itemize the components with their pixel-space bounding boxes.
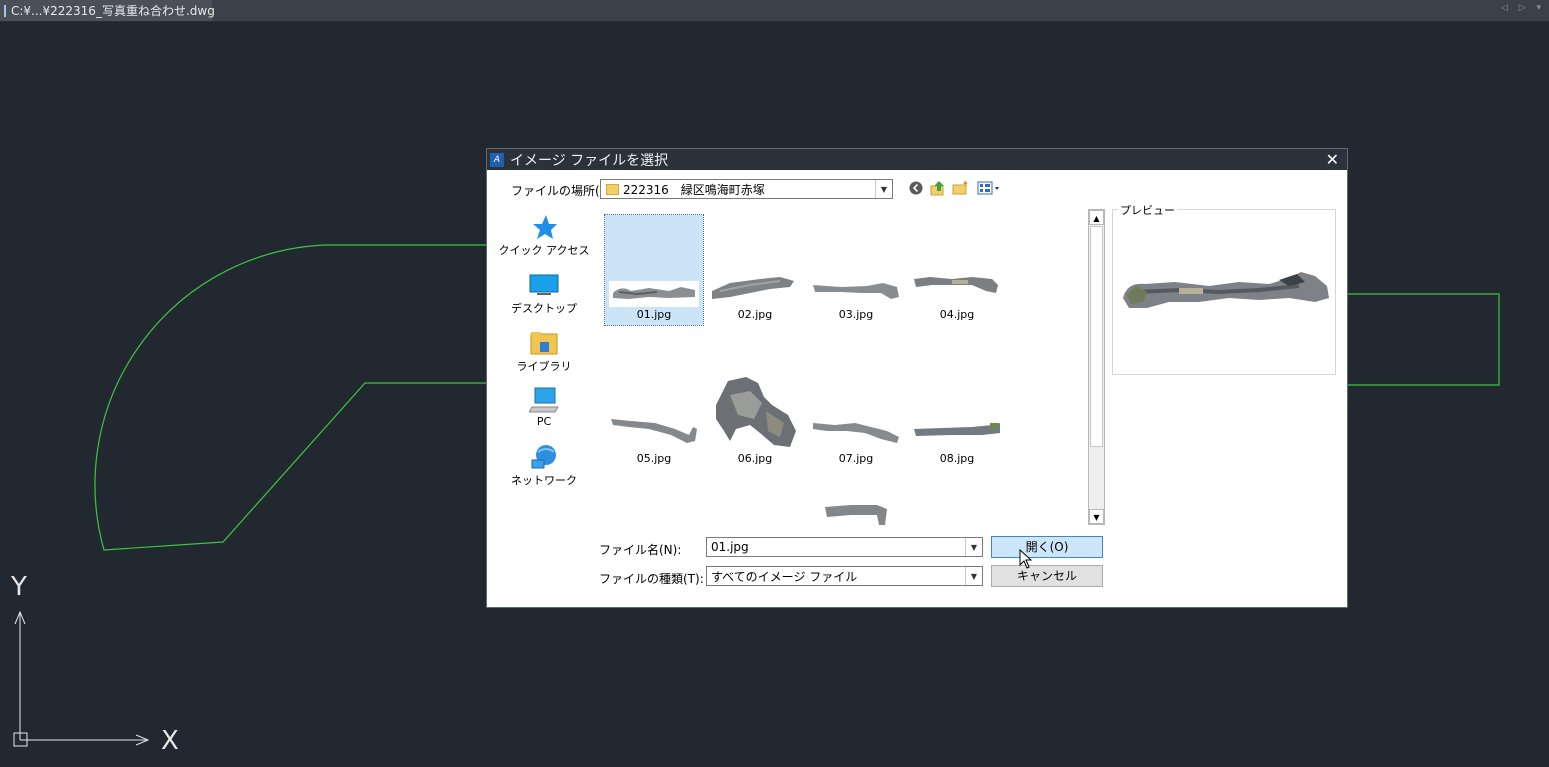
back-icon[interactable] — [908, 180, 924, 196]
file-item-06[interactable]: 06.jpg — [706, 357, 804, 467]
look-in-label: ファイルの場所(I): — [511, 184, 612, 198]
file-item-02[interactable]: 02.jpg — [706, 215, 804, 325]
place-label: ネットワーク — [511, 474, 577, 487]
filename-value[interactable]: 01.jpg — [707, 540, 965, 554]
file-item-05[interactable]: 05.jpg — [605, 357, 703, 467]
place-desktop[interactable]: デスクトップ — [497, 273, 591, 316]
star-icon — [529, 215, 559, 239]
preview-image — [1123, 272, 1329, 308]
svg-text:✦: ✦ — [962, 180, 968, 188]
preview-label: プレビュー — [1118, 202, 1177, 218]
filetype-combo[interactable]: すべてのイメージ ファイル ▼ — [706, 566, 983, 586]
file-item-04[interactable]: 04.jpg — [908, 215, 1006, 325]
chevron-down-icon[interactable]: ▼ — [965, 538, 982, 556]
place-library[interactable]: ライブラリ — [497, 331, 591, 374]
file-name: 08.jpg — [939, 452, 975, 465]
scroll-down-icon[interactable]: ▼ — [1089, 509, 1104, 524]
file-name: 05.jpg — [636, 452, 672, 465]
filetype-value: すべてのイメージ ファイル — [711, 569, 858, 584]
filename-field[interactable]: 01.jpg ▼ — [706, 537, 983, 557]
library-icon — [529, 331, 559, 355]
look-in-value: 222316 緑区鳴海町赤塚 — [623, 182, 765, 197]
ucs-icon — [13, 610, 150, 747]
file-thumbnail — [609, 413, 699, 449]
pc-icon — [529, 387, 559, 413]
dialog-title: イメージ ファイルを選択 — [510, 152, 669, 169]
file-item-07[interactable]: 07.jpg — [807, 357, 905, 467]
arc-outline — [94, 244, 486, 551]
file-thumbnail — [811, 277, 901, 303]
chevron-down-icon[interactable]: ▼ — [875, 180, 892, 198]
filetype-label: ファイルの種類(T): — [599, 572, 704, 586]
filename-label: ファイル名(N): — [599, 543, 682, 557]
scrollbar-thumb[interactable] — [1090, 226, 1103, 447]
chevron-down-icon[interactable]: ▼ — [965, 567, 982, 585]
place-network[interactable]: ネットワーク — [497, 445, 591, 488]
open-button[interactable]: 開く(O) — [991, 536, 1103, 558]
file-name: 02.jpg — [737, 308, 773, 321]
file-name: 03.jpg — [838, 308, 874, 321]
cancel-button[interactable]: キャンセル — [991, 565, 1103, 587]
place-label: デスクトップ — [511, 302, 577, 315]
ucs-y-label: Y — [11, 572, 27, 602]
file-list[interactable]: 01.jpg 02.jpg 03.jpg 04.jpg 05.jpg 06.jp… — [601, 209, 1089, 525]
new-folder-icon[interactable]: ✦ — [952, 180, 968, 196]
place-label: クイック アクセス — [498, 244, 590, 257]
file-thumbnail — [811, 417, 901, 447]
file-thumbnail — [710, 273, 800, 303]
file-thumbnail — [710, 375, 800, 449]
place-label: ライブラリ — [516, 360, 572, 373]
look-in-combo[interactable]: 222316 緑区鳴海町赤塚 ▼ — [600, 179, 893, 199]
file-thumbnail — [609, 281, 699, 307]
file-list-scrollbar[interactable]: ▲ ▼ — [1088, 209, 1105, 525]
close-icon[interactable]: ✕ — [1326, 150, 1339, 169]
dialog-titlebar[interactable]: A イメージ ファイルを選択 ✕ — [487, 149, 1347, 170]
scroll-up-icon[interactable]: ▲ — [1089, 210, 1104, 225]
file-thumbnail — [912, 419, 1002, 445]
file-name: 06.jpg — [737, 452, 773, 465]
up-folder-icon[interactable] — [930, 180, 946, 196]
view-menu-icon[interactable] — [976, 180, 1002, 196]
app-icon: A — [490, 152, 504, 167]
folder-icon — [606, 183, 619, 195]
file-item-09-partial[interactable] — [807, 501, 905, 525]
place-pc[interactable]: PC — [497, 387, 591, 428]
place-label: PC — [536, 415, 552, 428]
select-image-file-dialog: A イメージ ファイルを選択 ✕ ファイルの場所(I): 222316 緑区鳴海… — [486, 148, 1348, 608]
preview-panel: プレビュー — [1112, 202, 1336, 375]
rect-outline — [1348, 293, 1500, 386]
file-thumbnail — [912, 273, 1002, 303]
file-name: 04.jpg — [939, 308, 975, 321]
desktop-icon — [529, 273, 559, 297]
file-item-01[interactable]: 01.jpg — [604, 214, 704, 326]
mouse-cursor-icon — [1019, 549, 1033, 569]
place-quick-access[interactable]: クイック アクセス — [497, 215, 591, 258]
file-item-08[interactable]: 08.jpg — [908, 357, 1006, 467]
file-name: 01.jpg — [636, 308, 672, 321]
file-thumbnail — [821, 501, 891, 525]
ucs-x-label: X — [161, 726, 179, 756]
network-icon — [529, 445, 559, 469]
file-item-03[interactable]: 03.jpg — [807, 215, 905, 325]
file-name: 07.jpg — [838, 452, 874, 465]
